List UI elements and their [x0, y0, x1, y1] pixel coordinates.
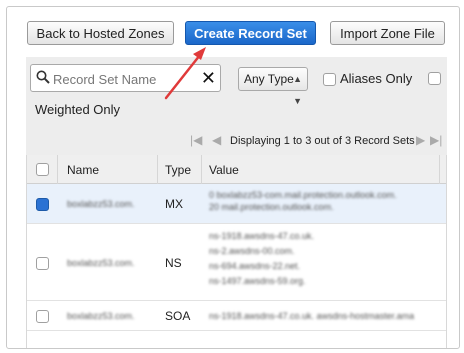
aliases-only-toggle[interactable]: Aliases Only [323, 71, 413, 87]
row-checkbox[interactable] [36, 198, 49, 211]
column-header-value[interactable]: Value [209, 163, 239, 177]
aliases-only-checkbox[interactable] [323, 73, 336, 87]
row-checkbox[interactable] [36, 310, 49, 323]
first-page-icon[interactable]: |◀ [190, 133, 202, 147]
record-type: SOA [165, 309, 191, 323]
import-zone-file-button[interactable]: Import Zone File [330, 21, 445, 45]
table-row[interactable]: boxlabzz53.com. NS ns-1918.awsdns-47.co.… [27, 224, 446, 301]
record-value-line: 0 boxlabzz53-com.mail.protection.outlook… [209, 190, 397, 200]
clear-search-icon[interactable]: ✕ [201, 67, 216, 89]
previous-page-icon[interactable]: ◀ [212, 133, 221, 147]
record-sets-table: Name Type Value boxlabzz53.com. MX 0 box… [26, 155, 447, 348]
aliases-only-label: Aliases Only [340, 71, 413, 86]
weighted-only-label: Weighted Only [35, 102, 121, 117]
pagination: |◀ ◀ Displaying 1 to 3 out of 3 Record S… [26, 133, 447, 151]
record-set-search: ✕ [30, 64, 221, 92]
record-value: 0 boxlabzz53-com.mail.protection.outlook… [209, 190, 397, 214]
column-divider [57, 155, 58, 184]
filter-panel: ✕ Any Type ▲▼ Aliases Only Weighted Only… [26, 57, 447, 156]
record-value: ns-1918.awsdns-47.co.uk. ns-2.awsdns-00.… [209, 231, 314, 291]
record-name: boxlabzz53.com. [67, 258, 135, 268]
row-checkbox[interactable] [36, 257, 49, 270]
record-sets-panel: Back to Hosted Zones Create Record Set I… [6, 6, 460, 349]
table-header: Name Type Value [27, 155, 446, 184]
table-row[interactable]: boxlabzz53.com. MX 0 boxlabzz53-com.mail… [27, 184, 446, 224]
record-type-select[interactable]: Any Type ▲ ▼ [238, 67, 308, 106]
toolbar: Back to Hosted Zones Create Record Set I… [7, 7, 459, 57]
next-page-icon[interactable]: ▶ [416, 133, 425, 147]
column-header-type[interactable]: Type [165, 163, 191, 177]
record-value-line: ns-694.awsdns-22.net. [209, 261, 301, 271]
search-icon [36, 70, 50, 84]
record-value-line: ns-1497.awsdns-59.org. [209, 276, 306, 286]
record-name: boxlabzz53.com. [67, 311, 135, 321]
table-row[interactable]: boxlabzz53.com. SOA ns-1918.awsdns-47.co… [27, 301, 446, 331]
column-divider [157, 155, 158, 184]
weighted-only-checkbox[interactable] [428, 72, 441, 85]
column-divider [439, 155, 440, 184]
record-value-line: 20 mail.protection.outlook.com. [209, 202, 334, 212]
record-name: boxlabzz53.com. [67, 199, 135, 209]
select-all-checkbox[interactable] [36, 163, 49, 176]
record-value-line: ns-2.awsdns-00.com. [209, 246, 295, 256]
column-divider [201, 155, 202, 184]
pagination-status: Displaying 1 to 3 out of 3 Record Sets [230, 135, 415, 147]
record-type: NS [165, 256, 182, 270]
record-value-line: ns-1918.awsdns-47.co.uk. [209, 231, 315, 241]
select-arrows-icon: ▲ ▼ [293, 74, 302, 106]
record-value-line: ns-1918.awsdns-47.co.uk. awsdns-hostmast… [209, 311, 415, 321]
back-to-hosted-zones-button[interactable]: Back to Hosted Zones [27, 21, 174, 45]
column-header-name[interactable]: Name [67, 163, 99, 177]
create-record-set-button[interactable]: Create Record Set [185, 21, 316, 45]
search-input[interactable] [51, 68, 205, 90]
record-type-value: Any Type [244, 72, 294, 86]
last-page-icon[interactable]: ▶| [430, 133, 442, 147]
record-type: MX [165, 197, 183, 211]
